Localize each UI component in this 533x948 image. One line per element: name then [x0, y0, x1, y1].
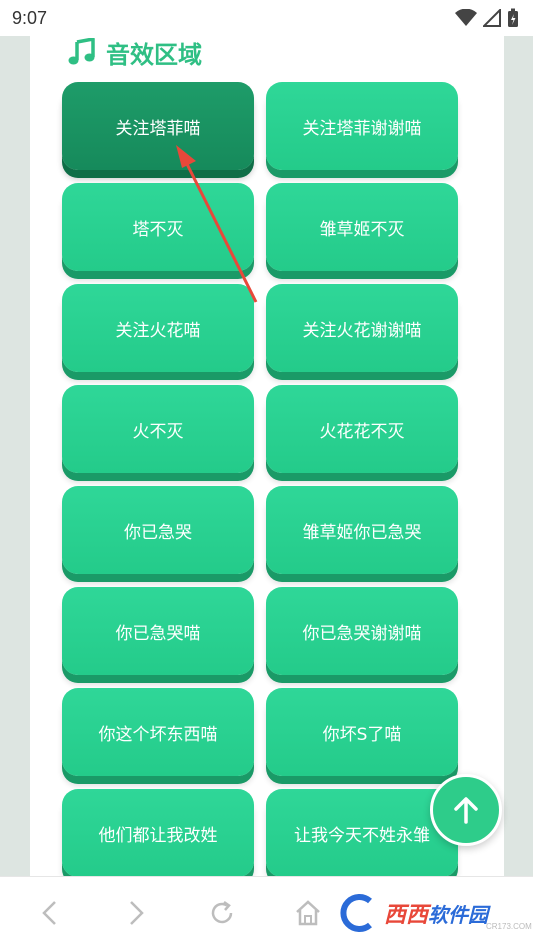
refresh-icon: [211, 900, 233, 924]
sound-button[interactable]: 你已急哭: [62, 486, 254, 574]
sound-button[interactable]: 关注塔菲喵: [62, 82, 254, 170]
watermark-url: CR173.COM: [486, 922, 532, 931]
status-bar: 9:07: [0, 0, 533, 36]
sound-button[interactable]: 他们都让我改姓: [62, 789, 254, 877]
sound-button[interactable]: 雏草姬你已急哭: [266, 486, 458, 574]
sound-button[interactable]: 关注塔菲谢谢喵: [266, 82, 458, 170]
sound-button[interactable]: 你坏S了喵: [266, 688, 458, 776]
watermark-text-2: 软件园: [428, 902, 489, 927]
refresh-button[interactable]: [200, 891, 244, 935]
home-icon: [296, 900, 320, 926]
sound-button[interactable]: 雏草姬不灭: [266, 183, 458, 271]
sound-button[interactable]: 你已急哭谢谢喵: [266, 587, 458, 675]
signal-icon: [483, 9, 501, 27]
sound-button[interactable]: 火花花不灭: [266, 385, 458, 473]
watermark-logo: [340, 894, 372, 932]
sound-button[interactable]: 你已急哭喵: [62, 587, 254, 675]
battery-icon: [508, 8, 518, 27]
section-title: 音效区域: [106, 40, 202, 69]
sound-button[interactable]: 塔不灭: [62, 183, 254, 271]
watermark-text-1: 西西: [384, 903, 429, 928]
section-header: 音效区域: [68, 36, 202, 69]
home-button[interactable]: [286, 891, 330, 935]
status-icons: [455, 8, 519, 28]
scroll-to-top-button[interactable]: [430, 774, 502, 846]
sound-button[interactable]: 火不灭: [62, 385, 254, 473]
forward-icon: [130, 901, 144, 925]
sound-button[interactable]: 你这个坏东西喵: [62, 688, 254, 776]
watermark: 西西 软件园 CR173.COM: [336, 890, 532, 936]
sound-button[interactable]: 关注火花谢谢喵: [266, 284, 458, 372]
back-icon: [42, 901, 56, 925]
music-note-icon: [68, 38, 95, 65]
sound-button[interactable]: 关注火花喵: [62, 284, 254, 372]
status-time: 9:07: [12, 7, 48, 28]
forward-button[interactable]: [114, 891, 158, 935]
wifi-icon: [455, 9, 477, 26]
sound-button[interactable]: 让我今天不姓永雏: [266, 789, 458, 877]
back-button[interactable]: [28, 891, 72, 935]
arrow-up-icon: [454, 797, 478, 824]
